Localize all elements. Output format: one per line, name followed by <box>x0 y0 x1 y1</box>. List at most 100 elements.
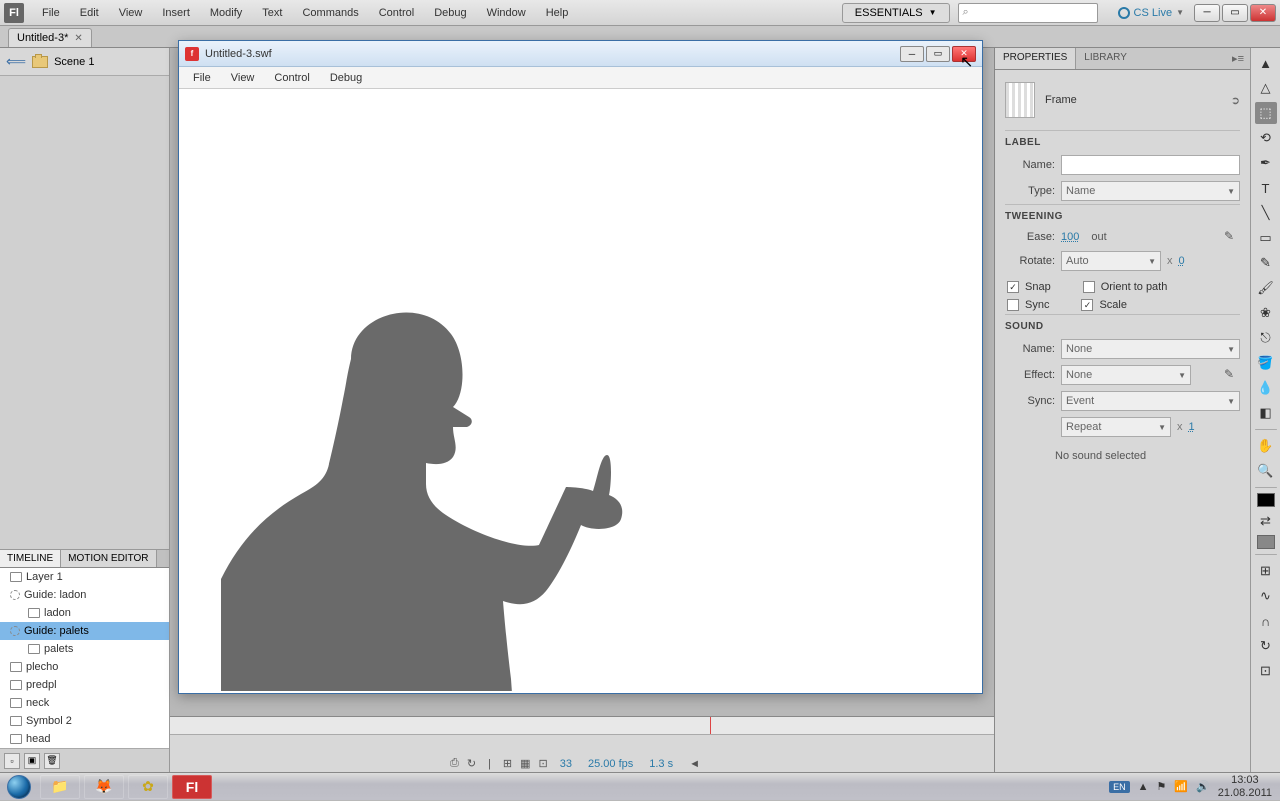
layer-row[interactable]: predpl <box>0 676 169 694</box>
system-clock[interactable]: 13:03 21.08.2011 <box>1218 774 1272 798</box>
selection-tool[interactable]: ▲ <box>1255 52 1277 74</box>
maximize-button[interactable]: ▭ <box>1222 4 1248 22</box>
rotate-select[interactable]: Auto▼ <box>1061 251 1161 271</box>
brush-tool[interactable]: 🖌 <box>1255 277 1277 299</box>
layer-row[interactable]: ladon <box>0 604 169 622</box>
start-button[interactable] <box>0 773 38 801</box>
onion-markers-icon[interactable]: ⊞ <box>503 757 512 770</box>
edit-multiple-icon[interactable]: ▦ <box>520 757 530 770</box>
back-arrow-icon[interactable]: ⟸ <box>6 53 26 70</box>
close-button[interactable]: ✕ <box>1250 4 1276 22</box>
search-input[interactable]: ⌕ <box>958 3 1098 23</box>
rectangle-tool[interactable]: ▭ <box>1255 227 1277 249</box>
tray-network-icon[interactable]: 📶 <box>1174 780 1188 793</box>
layer-row[interactable]: Layer 1 <box>0 568 169 586</box>
menu-modify[interactable]: Modify <box>200 3 252 23</box>
edit-effect-icon[interactable]: ✎ <box>1224 367 1240 383</box>
swf-close-button[interactable]: ✕ <box>952 46 976 62</box>
layer-row[interactable]: Guide: ladon <box>0 586 169 604</box>
option-2[interactable]: ⊡ <box>1255 660 1277 682</box>
repeat-times[interactable]: 1 <box>1189 421 1195 433</box>
close-tab-icon[interactable]: ✕ <box>74 33 82 44</box>
menu-view[interactable]: View <box>109 3 153 23</box>
snap-option[interactable]: ⊞ <box>1255 560 1277 582</box>
eyedropper-tool[interactable]: 💧 <box>1255 377 1277 399</box>
swf-menu-view[interactable]: View <box>221 69 265 87</box>
info-icon[interactable]: ➲ <box>1231 94 1240 107</box>
menu-control[interactable]: Control <box>369 3 424 23</box>
snap-checkbox[interactable]: ✓ <box>1007 281 1019 293</box>
swap-colors-icon[interactable]: ⇄ <box>1255 510 1277 532</box>
swf-titlebar[interactable]: f Untitled-3.swf ─ ▭ ✕ <box>179 41 982 67</box>
menu-commands[interactable]: Commands <box>292 3 368 23</box>
paint-bucket-tool[interactable]: 🪣 <box>1255 352 1277 374</box>
menu-edit[interactable]: Edit <box>70 3 109 23</box>
eraser-tool[interactable]: ◧ <box>1255 402 1277 424</box>
edit-ease-icon[interactable]: ✎ <box>1224 229 1240 245</box>
lasso-tool[interactable]: ⟲ <box>1255 127 1277 149</box>
workspace-switcher[interactable]: ESSENTIALS▼ <box>842 3 950 23</box>
subselection-tool[interactable]: △ <box>1255 77 1277 99</box>
orient-checkbox[interactable] <box>1083 281 1095 293</box>
line-tool[interactable]: ╲ <box>1255 202 1277 224</box>
minimize-button[interactable]: ─ <box>1194 4 1220 22</box>
layer-row[interactable]: neck <box>0 694 169 712</box>
tray-arrow-icon[interactable]: ▲ <box>1138 781 1149 793</box>
bone-tool[interactable]: ⎋ <box>1255 327 1277 349</box>
label-type-select[interactable]: Name▼ <box>1061 181 1240 201</box>
scale-checkbox[interactable]: ✓ <box>1081 299 1093 311</box>
layer-row[interactable]: plecho <box>0 658 169 676</box>
center-frame-icon[interactable]: ⊡ <box>539 757 548 770</box>
swf-minimize-button[interactable]: ─ <box>900 46 924 62</box>
pencil-tool[interactable]: ✎ <box>1255 252 1277 274</box>
magnet-option[interactable]: ∩ <box>1255 610 1277 632</box>
layer-row[interactable]: Symbol 2 <box>0 712 169 730</box>
taskbar-explorer[interactable]: 📁 <box>40 775 80 799</box>
option-1[interactable]: ↻ <box>1255 635 1277 657</box>
taskbar-app[interactable]: ✿ <box>128 775 168 799</box>
layer-row[interactable]: head <box>0 730 169 748</box>
sound-repeat-select[interactable]: Repeat▼ <box>1061 417 1171 437</box>
document-tab[interactable]: Untitled-3* ✕ <box>8 28 92 47</box>
hand-tool[interactable]: ✋ <box>1255 435 1277 457</box>
menu-file[interactable]: File <box>32 3 70 23</box>
delete-layer-button[interactable]: 🗑 <box>44 753 60 769</box>
sync-checkbox[interactable] <box>1007 299 1019 311</box>
sound-sync-select[interactable]: Event▼ <box>1061 391 1240 411</box>
zoom-tool[interactable]: 🔍 <box>1255 460 1277 482</box>
swf-menu-file[interactable]: File <box>183 69 221 87</box>
tab-properties[interactable]: PROPERTIES <box>995 48 1076 69</box>
language-indicator[interactable]: EN <box>1109 781 1130 793</box>
scene-name[interactable]: Scene 1 <box>54 56 94 68</box>
tray-volume-icon[interactable]: 🔊 <box>1196 780 1210 793</box>
swf-menu-debug[interactable]: Debug <box>320 69 372 87</box>
timeline[interactable]: ⎙ ↻ | ⊞ ▦ ⊡ 33 25.00 fps 1.3 s ◄ <box>170 716 994 772</box>
fill-color-swatch[interactable] <box>1257 535 1275 549</box>
taskbar-flash[interactable]: Fl <box>172 775 212 799</box>
taskbar-firefox[interactable]: 🦊 <box>84 775 124 799</box>
menu-window[interactable]: Window <box>477 3 536 23</box>
sound-name-select[interactable]: None▼ <box>1061 339 1240 359</box>
free-transform-tool[interactable]: ⬚ <box>1255 102 1277 124</box>
swf-maximize-button[interactable]: ▭ <box>926 46 950 62</box>
tray-flag-icon[interactable]: ⚑ <box>1156 780 1166 793</box>
menu-help[interactable]: Help <box>536 3 579 23</box>
new-layer-button[interactable]: ▫ <box>4 753 20 769</box>
stroke-color-swatch[interactable] <box>1257 493 1275 507</box>
text-tool[interactable]: T <box>1255 177 1277 199</box>
new-folder-button[interactable]: ▣ <box>24 753 40 769</box>
onion-skin-icon[interactable]: ⎙ <box>450 757 459 770</box>
sound-effect-select[interactable]: None▼ <box>1061 365 1191 385</box>
cs-live-button[interactable]: CS Live ▼ <box>1118 7 1184 19</box>
tab-library[interactable]: LIBRARY <box>1076 48 1135 69</box>
swf-menu-control[interactable]: Control <box>264 69 319 87</box>
menu-insert[interactable]: Insert <box>152 3 200 23</box>
tab-motion-editor[interactable]: MOTION EDITOR <box>61 550 156 567</box>
loop-icon[interactable]: ↻ <box>467 757 476 770</box>
panel-menu-icon[interactable]: ▸≡ <box>1226 48 1250 69</box>
smooth-option[interactable]: ∿ <box>1255 585 1277 607</box>
playhead[interactable] <box>710 717 711 734</box>
pen-tool[interactable]: ✒ <box>1255 152 1277 174</box>
rotate-times[interactable]: 0 <box>1179 255 1185 267</box>
ease-value[interactable]: 100 <box>1061 231 1079 243</box>
